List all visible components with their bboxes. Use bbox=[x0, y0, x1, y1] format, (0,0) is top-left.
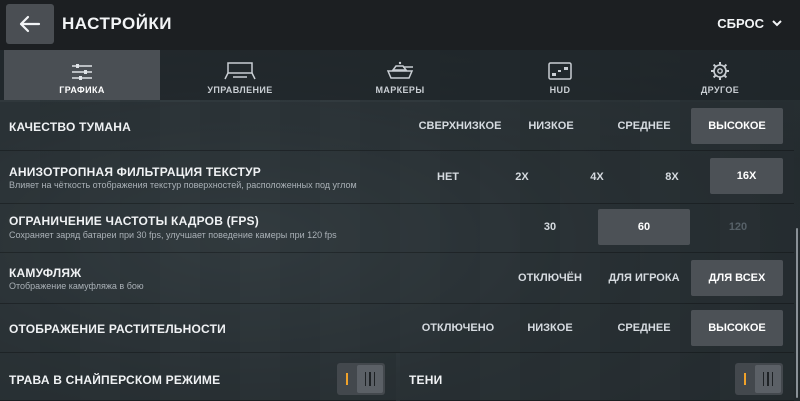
option-fog-low[interactable]: НИЗКОЕ bbox=[510, 108, 592, 144]
tab-label: HUD bbox=[549, 85, 571, 95]
option-camo-all[interactable]: ДЛЯ ВСЕХ bbox=[691, 260, 783, 296]
controls-icon bbox=[224, 62, 256, 80]
setting-title: ОГРАНИЧЕНИЕ ЧАСТОТЫ КАДРОВ (FPS) bbox=[9, 214, 259, 228]
tab-other[interactable]: ДРУГОЕ bbox=[640, 50, 800, 100]
setting-title: ТЕНИ bbox=[409, 373, 443, 387]
sliders-icon bbox=[72, 64, 92, 80]
tab-label: МАРКЕРЫ bbox=[375, 85, 425, 95]
back-button[interactable] bbox=[6, 4, 54, 44]
tab-controls[interactable]: УПРАВЛЕНИЕ bbox=[160, 50, 320, 100]
header-bar: НАСТРОЙКИ СБРОС bbox=[0, 0, 800, 50]
arrow-left-icon bbox=[19, 15, 41, 33]
setting-description: Сохраняет заряд батареи при 30 fps, улуч… bbox=[9, 230, 337, 240]
tab-graphics[interactable]: ГРАФИКА bbox=[4, 50, 160, 100]
reset-button[interactable]: СБРОС bbox=[717, 16, 782, 31]
option-camo-off[interactable]: ОТКЛЮЧЁН bbox=[512, 260, 588, 296]
option-camo-player[interactable]: ДЛЯ ИГРОКА bbox=[600, 260, 688, 296]
option-fps-30[interactable]: 30 bbox=[512, 209, 588, 245]
setting-row-anisotropic: АНИЗОТРОПНАЯ ФИЛЬТРАЦИЯ ТЕКСТУР Влияет н… bbox=[0, 151, 794, 204]
shadows-toggle[interactable] bbox=[735, 363, 783, 395]
setting-title: КАМУФЛЯЖ bbox=[9, 266, 82, 280]
setting-row-shadows: ТЕНИ bbox=[400, 353, 794, 401]
option-aniso-4x[interactable]: 4X bbox=[567, 159, 627, 195]
setting-description: Отображение камуфляжа в бою bbox=[9, 281, 144, 291]
setting-title: КАЧЕСТВО ТУМАНА bbox=[9, 120, 132, 134]
setting-row-fps: ОГРАНИЧЕНИЕ ЧАСТОТЫ КАДРОВ (FPS) Сохраня… bbox=[0, 204, 794, 253]
tab-markers[interactable]: МАРКЕРЫ bbox=[320, 50, 480, 100]
option-fog-ultralow[interactable]: СВЕРХНИЗКОЕ bbox=[412, 108, 508, 144]
option-vegetation-high[interactable]: ВЫСОКОЕ bbox=[691, 310, 783, 346]
option-vegetation-off[interactable]: ОТКЛЮЧЕНО bbox=[418, 310, 498, 346]
setting-row-sniper-grass: ТРАВА В СНАЙПЕРСКОМ РЕЖИМЕ bbox=[0, 353, 396, 401]
option-fps-60[interactable]: 60 bbox=[598, 209, 690, 245]
tab-label: ДРУГОЕ bbox=[700, 85, 740, 95]
setting-title: АНИЗОТРОПНАЯ ФИЛЬТРАЦИЯ ТЕКСТУР bbox=[9, 165, 261, 179]
option-fog-medium[interactable]: СРЕДНЕЕ bbox=[600, 108, 688, 144]
sniper-grass-toggle[interactable] bbox=[337, 363, 385, 395]
option-vegetation-low[interactable]: НИЗКОЕ bbox=[512, 310, 588, 346]
reset-label: СБРОС bbox=[717, 16, 764, 31]
tab-label: УПРАВЛЕНИЕ bbox=[207, 85, 273, 95]
tank-marker-icon bbox=[386, 61, 414, 79]
option-vegetation-medium[interactable]: СРЕДНЕЕ bbox=[600, 310, 688, 346]
page-title: НАСТРОЙКИ bbox=[62, 14, 173, 33]
toggle-on-indicator bbox=[735, 363, 755, 395]
setting-row-camouflage: КАМУФЛЯЖ Отображение камуфляжа в бою ОТК… bbox=[0, 253, 794, 304]
scrollbar[interactable] bbox=[796, 228, 798, 398]
setting-description: Влияет на чёткость отображения текстур п… bbox=[9, 180, 357, 190]
setting-row-vegetation: ОТОБРАЖЕНИЕ РАСТИТЕЛЬНОСТИ ОТКЛЮЧЕНО НИЗ… bbox=[0, 304, 794, 353]
setting-title: ОТОБРАЖЕНИЕ РАСТИТЕЛЬНОСТИ bbox=[9, 322, 226, 336]
settings-tabs: ГРАФИКА УПРАВЛЕНИЕ МАРКЕРЫ HUD ДРУГОЕ bbox=[0, 50, 800, 100]
option-aniso-none[interactable]: НЕТ bbox=[418, 159, 478, 195]
toggle-knob bbox=[357, 365, 383, 393]
setting-title: ТРАВА В СНАЙПЕРСКОМ РЕЖИМЕ bbox=[9, 373, 221, 387]
hud-icon bbox=[548, 62, 572, 80]
chevron-down-icon bbox=[772, 20, 782, 27]
setting-row-fog: КАЧЕСТВО ТУМАНА СВЕРХНИЗКОЕ НИЗКОЕ СРЕДН… bbox=[0, 102, 794, 151]
option-aniso-16x[interactable]: 16X bbox=[710, 158, 783, 194]
tab-hud[interactable]: HUD bbox=[480, 50, 640, 100]
option-aniso-2x[interactable]: 2X bbox=[492, 159, 552, 195]
tab-label: ГРАФИКА bbox=[59, 85, 105, 95]
option-aniso-8x[interactable]: 8X bbox=[642, 159, 702, 195]
option-fog-high[interactable]: ВЫСОКОЕ bbox=[691, 108, 783, 144]
option-fps-120: 120 bbox=[728, 221, 748, 233]
toggle-on-indicator bbox=[337, 363, 357, 395]
toggle-knob bbox=[755, 365, 781, 393]
gear-icon bbox=[711, 62, 729, 80]
